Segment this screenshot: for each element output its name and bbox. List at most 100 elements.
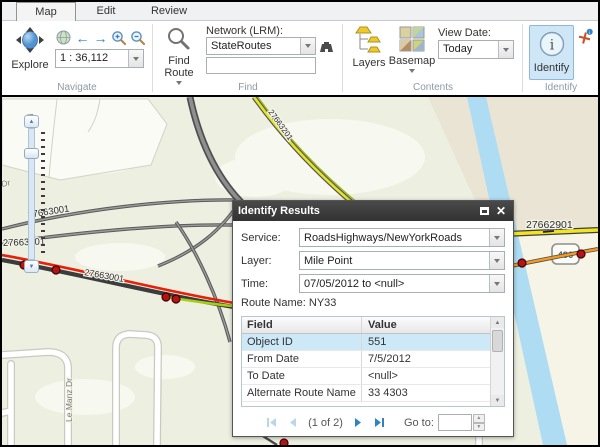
triangle-up-icon: ▲ bbox=[29, 119, 35, 125]
first-page-button[interactable] bbox=[265, 416, 278, 429]
find-route-label-1: Find bbox=[168, 56, 189, 67]
basemap-label: Basemap bbox=[389, 56, 435, 67]
route-name-line: Route Name: NY33 bbox=[241, 297, 505, 309]
table-row[interactable]: Alternate Route Name 33 4303 bbox=[242, 385, 490, 402]
dialog-title: Identify Results bbox=[238, 205, 320, 217]
table-scrollbar[interactable]: ▲ ▼ bbox=[490, 317, 504, 406]
scale-combobox[interactable]: 1 : 36,112 bbox=[55, 49, 144, 68]
explore-button[interactable]: Explore bbox=[7, 26, 53, 71]
group-label-identify: Identify bbox=[524, 82, 598, 93]
time-label: Time: bbox=[241, 278, 299, 290]
zoom-out-icon bbox=[130, 30, 146, 46]
ribbon-tabbar: Map Edit Review bbox=[2, 2, 598, 21]
layer-combobox[interactable]: Mile Point bbox=[299, 251, 505, 270]
goto-input[interactable] bbox=[438, 414, 472, 431]
scroll-up-button[interactable]: ▲ bbox=[491, 317, 504, 328]
zoom-slider-up-button[interactable]: ▲ bbox=[24, 115, 39, 128]
previous-extent-button[interactable]: ← bbox=[74, 29, 91, 46]
cell-value: <null> bbox=[362, 368, 490, 384]
find-route-search-button[interactable] bbox=[318, 38, 335, 55]
layer-label: Layer: bbox=[241, 255, 299, 267]
table-row[interactable]: Object ID 551 bbox=[242, 334, 490, 351]
chevron-down-icon bbox=[305, 44, 311, 48]
group-separator bbox=[342, 24, 343, 92]
table-row[interactable]: From Date 7/5/2012 bbox=[242, 351, 490, 368]
cell-field: Alternate Route Name bbox=[242, 385, 362, 401]
find-route-label-2: Route bbox=[164, 68, 193, 79]
time-combobox[interactable]: 07/05/2012 to <null> bbox=[299, 274, 505, 293]
column-header-field[interactable]: Field bbox=[242, 317, 362, 333]
map-viewport[interactable]: 490 27663001 bbox=[2, 95, 598, 445]
globe-icon bbox=[56, 30, 71, 45]
goto-spinner[interactable]: ▲ ▼ bbox=[473, 414, 485, 431]
binoculars-icon bbox=[319, 40, 334, 53]
last-page-button[interactable] bbox=[373, 416, 386, 429]
group-label-find: Find bbox=[154, 82, 342, 93]
explore-label: Explore bbox=[11, 60, 48, 71]
map-zoom-slider[interactable]: ▲ ▼ bbox=[24, 115, 44, 273]
chevron-down-icon bbox=[494, 236, 500, 240]
cell-field: Object ID bbox=[242, 334, 362, 350]
time-value: 07/05/2012 to <null> bbox=[300, 275, 489, 292]
zoom-out-button[interactable] bbox=[129, 29, 146, 46]
zoom-slider-thumb[interactable] bbox=[24, 148, 39, 159]
next-extent-button[interactable]: → bbox=[92, 29, 109, 46]
service-dropdown-button[interactable] bbox=[489, 229, 504, 246]
svg-text:27662901: 27662901 bbox=[526, 219, 573, 231]
cell-value: 551 bbox=[362, 334, 490, 350]
triangle-up-icon: ▲ bbox=[495, 320, 501, 326]
triangle-down-icon: ▼ bbox=[29, 264, 35, 270]
identify-button[interactable]: i Identify bbox=[529, 25, 574, 80]
column-header-value[interactable]: Value bbox=[362, 317, 490, 333]
network-dropdown-button[interactable] bbox=[300, 38, 315, 54]
close-icon: ✕ bbox=[496, 204, 506, 218]
basemap-button[interactable]: Basemap bbox=[390, 26, 434, 73]
table-row[interactable]: To Date <null> bbox=[242, 368, 490, 385]
arrow-left-icon: ← bbox=[76, 31, 90, 45]
goto-label: Go to: bbox=[404, 417, 434, 429]
spinner-up-icon[interactable]: ▲ bbox=[473, 414, 485, 423]
cell-field: From Date bbox=[242, 351, 362, 367]
maximize-icon bbox=[480, 207, 489, 215]
arrow-right-icon: → bbox=[94, 31, 108, 45]
cell-value: 33 4303 bbox=[362, 385, 490, 401]
network-combobox[interactable]: StateRoutes bbox=[206, 37, 316, 55]
dialog-titlebar[interactable]: Identify Results ✕ bbox=[233, 201, 513, 221]
previous-page-button[interactable] bbox=[286, 416, 299, 429]
spinner-down-icon[interactable]: ▼ bbox=[473, 423, 485, 432]
group-label-contents: Contents bbox=[344, 82, 522, 93]
find-route-button[interactable]: Find Route bbox=[158, 26, 200, 85]
zoom-slider-down-button[interactable]: ▼ bbox=[24, 260, 39, 273]
layer-dropdown-button[interactable] bbox=[489, 252, 504, 269]
service-value: RoadsHighways/NewYorkRoads bbox=[300, 229, 489, 246]
scale-value: 1 : 36,112 bbox=[56, 50, 128, 67]
service-combobox[interactable]: RoadsHighways/NewYorkRoads bbox=[299, 228, 505, 247]
scrollbar-thumb[interactable] bbox=[492, 330, 503, 352]
view-date-combobox[interactable]: Today bbox=[438, 40, 514, 59]
scroll-down-button[interactable]: ▼ bbox=[491, 395, 504, 406]
tab-review[interactable]: Review bbox=[138, 2, 200, 21]
view-date-value: Today bbox=[439, 41, 498, 58]
results-pager: (1 of 2) Go to: ▲ ▼ bbox=[241, 414, 505, 431]
route-input[interactable] bbox=[206, 57, 316, 74]
maximize-button[interactable] bbox=[477, 204, 491, 218]
layers-button[interactable]: Layers bbox=[349, 26, 389, 69]
identify-route-location-button[interactable]: i bbox=[576, 28, 593, 45]
cell-value: 7/5/2012 bbox=[362, 351, 490, 367]
zoom-in-icon bbox=[111, 30, 127, 46]
triangle-down-icon: ▼ bbox=[495, 398, 501, 404]
identify-label: Identify bbox=[534, 62, 569, 74]
route-name-value: NY33 bbox=[309, 297, 337, 309]
zoom-in-button[interactable] bbox=[110, 29, 127, 46]
group-separator bbox=[522, 24, 523, 92]
next-page-button[interactable] bbox=[352, 416, 365, 429]
tab-map[interactable]: Map bbox=[16, 2, 76, 21]
view-date-dropdown-button[interactable] bbox=[498, 41, 513, 58]
close-button[interactable]: ✕ bbox=[494, 204, 508, 218]
cell-field: To Date bbox=[242, 368, 362, 384]
time-dropdown-button[interactable] bbox=[489, 275, 504, 292]
scale-dropdown-button[interactable] bbox=[128, 50, 143, 67]
table-header: Field Value bbox=[242, 317, 490, 334]
full-extent-button[interactable] bbox=[55, 29, 72, 46]
tab-edit[interactable]: Edit bbox=[78, 2, 134, 21]
